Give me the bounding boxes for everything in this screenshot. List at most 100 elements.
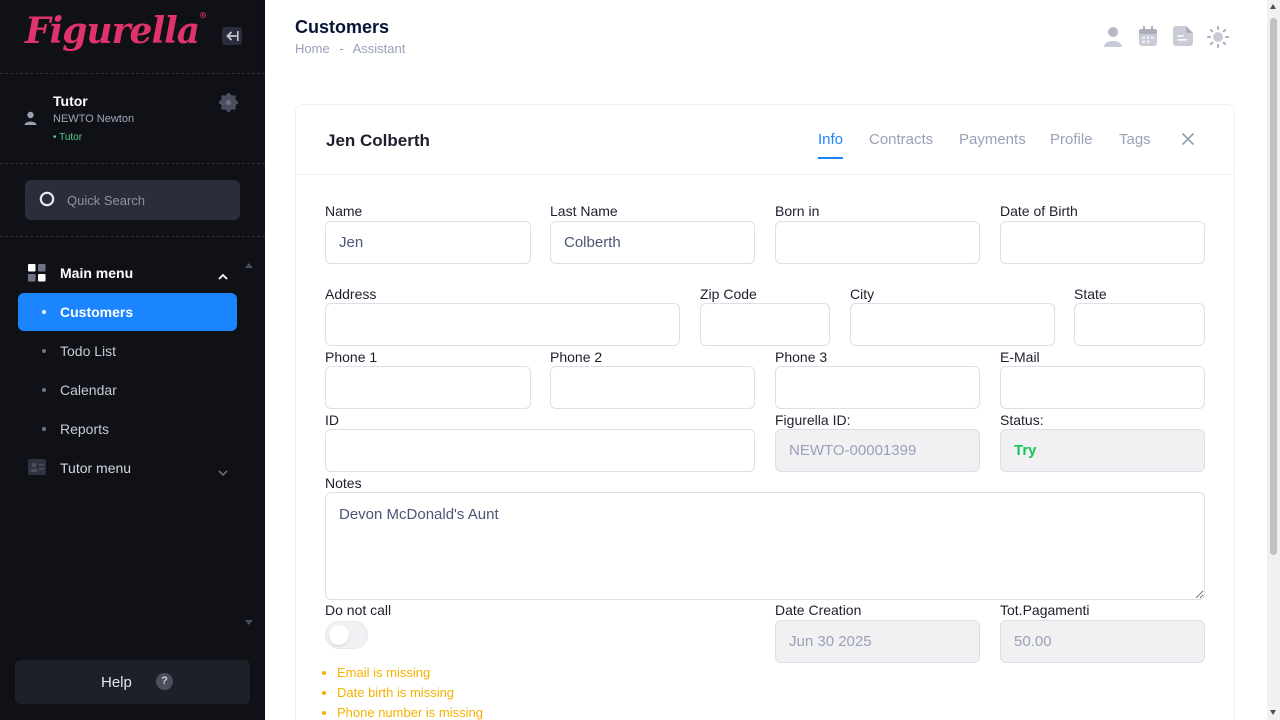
status-field [1000,429,1205,472]
scroll-down-arrow-icon[interactable] [1270,710,1276,715]
tab-contracts[interactable]: Contracts [869,131,933,148]
brand-logo[interactable]: Figurella® [25,10,207,52]
address-field[interactable] [325,303,680,346]
sidebar-item-todo-list[interactable]: Todo List [18,332,237,370]
state-field[interactable] [1074,303,1205,346]
top-header: Customers Home - Assistant [265,0,1267,74]
user-role-label: Tutor [59,132,83,143]
date-creation-field [775,620,980,663]
sidebar-scroll-down-icon[interactable] [245,613,253,631]
warning-item: Phone number is missing [337,703,483,720]
name-label: Name [325,203,363,219]
tab-payments[interactable]: Payments [959,131,1026,148]
sidebar-item-label: Reports [60,421,110,437]
page-title: Customers [295,17,390,37]
phone-1-field[interactable] [325,366,531,409]
figurella-id-field [775,429,980,472]
sidebar-scroll-up-icon[interactable] [245,255,253,273]
figurella-id-label: Figurella ID: [775,412,851,428]
user-organization: NEWTO Newton [53,113,135,125]
date-of-birth-field[interactable] [1000,221,1205,264]
id-card-icon [28,459,46,480]
sidebar-item-customers[interactable]: Customers [18,293,237,331]
page-scrollbar[interactable] [1267,0,1280,720]
sidebar-item-reports[interactable]: Reports [18,410,237,448]
quick-search[interactable] [25,180,240,220]
date-creation-label: Date Creation [775,602,862,618]
brand-logo-text: Figurella [25,10,200,52]
zip-code-field[interactable] [700,303,830,346]
search-icon [39,191,57,214]
sidebar: Figurella® Tutor NEWTO Newton • Tutor Ma… [0,0,265,720]
customer-card-header: Jen Colberth Info Contracts Payments Pro… [296,105,1234,175]
brand-logo-mark: ® [199,10,207,20]
validation-warnings: Email is missing Date birth is missing P… [337,663,483,720]
id-field[interactable] [325,429,755,472]
chevron-up-icon [218,268,228,286]
calendar-icon[interactable] [1139,26,1157,51]
id-label: ID [325,412,339,428]
bullet [42,310,46,314]
born-in-label: Born in [775,203,820,219]
email-label: E-Mail [1000,349,1040,365]
tab-info[interactable]: Info [818,131,844,159]
email-field[interactable] [1000,366,1205,409]
status-label: Status: [1000,412,1044,428]
close-icon[interactable] [1181,132,1195,151]
zip-code-label: Zip Code [700,286,757,302]
breadcrumb: Home - Assistant [295,41,411,56]
main-menu-label: Main menu [60,265,134,281]
bullet [42,388,46,392]
grid-icon [28,264,46,287]
phone-2-field[interactable] [550,366,755,409]
name-field[interactable] [325,221,531,264]
phone-3-field[interactable] [775,366,980,409]
phone-1-label: Phone 1 [325,349,378,365]
city-field[interactable] [850,303,1055,346]
help-button[interactable]: Help ? [15,660,250,704]
sidebar-item-label: Calendar [60,382,117,398]
collapse-sidebar-icon[interactable] [222,27,242,45]
scroll-up-arrow-icon[interactable] [1270,4,1276,9]
breadcrumb-home[interactable]: Home [295,41,330,56]
breadcrumb-assistant[interactable]: Assistant [353,41,406,56]
sidebar-item-label: Todo List [60,343,117,359]
search-input[interactable] [67,190,227,210]
customer-name-title: Jen Colberth [326,131,430,150]
bullet [42,427,46,431]
logo-row: Figurella® [0,0,265,74]
phone-3-label: Phone 3 [775,349,828,365]
sidebar-item-calendar[interactable]: Calendar [18,371,237,409]
warning-item: Date birth is missing [337,683,483,703]
do-not-call-label: Do not call [325,602,392,618]
warning-item: Email is missing [337,663,483,683]
scrollbar-thumb[interactable] [1270,18,1277,555]
help-label: Help [101,674,132,691]
gear-icon[interactable] [219,93,238,117]
born-in-field[interactable] [775,221,980,264]
do-not-call-toggle[interactable] [325,621,368,649]
sidebar-divider [0,236,265,237]
tab-profile[interactable]: Profile [1050,131,1093,148]
user-icon [24,111,37,130]
last-name-field[interactable] [550,221,755,264]
address-label: Address [325,286,377,302]
tab-tags[interactable]: Tags [1119,131,1151,148]
notes-label: Notes [325,475,362,491]
user-icon[interactable] [1103,26,1123,52]
sun-icon[interactable] [1207,26,1229,53]
last-name-label: Last Name [550,203,618,219]
phone-2-label: Phone 2 [550,349,603,365]
tot-pagamenti-field [1000,620,1205,663]
notes-textarea[interactable] [325,492,1205,600]
main-menu-header[interactable]: Main menu [28,262,238,284]
breadcrumb-separator: - [339,41,344,56]
document-icon[interactable] [1173,26,1193,51]
user-name: Tutor [53,93,88,109]
question-icon: ? [156,673,173,690]
tutor-menu-header[interactable]: Tutor menu [28,457,238,479]
tutor-menu-label: Tutor menu [60,460,132,476]
sidebar-item-label: Customers [60,304,134,320]
city-label: City [850,286,875,302]
state-label: State [1074,286,1107,302]
